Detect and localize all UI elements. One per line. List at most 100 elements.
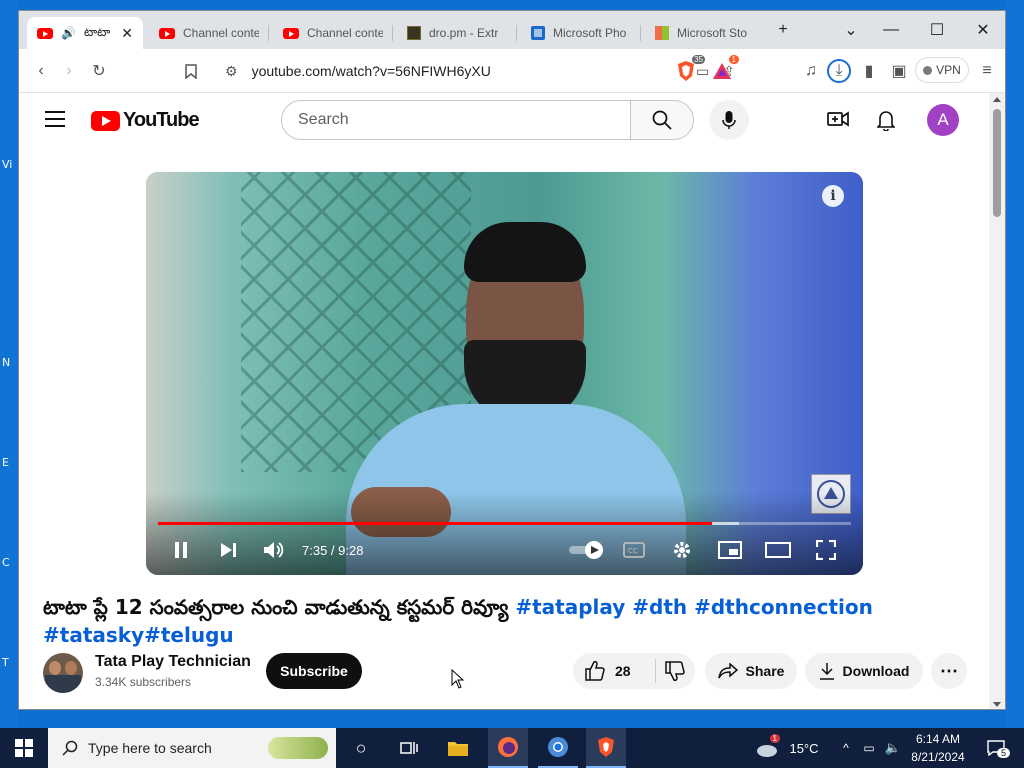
miniplayer-icon: [718, 541, 742, 559]
close-window-button[interactable]: ✕: [963, 17, 1003, 43]
more-horizontal-icon: ⋯: [940, 660, 958, 681]
task-view-icon[interactable]: [392, 728, 426, 768]
start-button[interactable]: [0, 728, 48, 768]
subscribe-button[interactable]: Subscribe: [266, 653, 362, 689]
bookmark-icon[interactable]: [179, 59, 203, 83]
back-button[interactable]: ‹: [29, 59, 53, 83]
share-icon: [717, 663, 738, 679]
maximize-button[interactable]: ☐: [917, 17, 957, 43]
file-explorer-icon[interactable]: [440, 728, 476, 768]
pause-button[interactable]: [168, 535, 194, 565]
brave-browser-icon[interactable]: [586, 728, 626, 768]
scrollbar-thumb[interactable]: [993, 109, 1001, 217]
cortana-icon[interactable]: ○: [344, 728, 378, 768]
channel-avatar[interactable]: [43, 653, 83, 693]
clock[interactable]: 6:14 AM 8/21/2024: [906, 730, 970, 766]
tab-channel-content-1[interactable]: Channel conte: [149, 17, 269, 49]
url-text[interactable]: youtube.com/watch?v=56NFIWH6yXU: [252, 63, 491, 79]
reload-button[interactable]: ↻: [87, 59, 111, 83]
site-settings-icon[interactable]: ⚙: [225, 63, 238, 80]
search-highlight-icon: [268, 737, 328, 759]
autoplay-toggle[interactable]: [566, 535, 606, 565]
progress-bar[interactable]: [158, 522, 851, 525]
scroll-down-arrow-icon[interactable]: [993, 702, 1001, 707]
video-title: టాటా ప్లే 12 సంవత్సరాల నుంచి వాడుతున్న క…: [43, 593, 943, 649]
hashtag-links[interactable]: #tataplay #dth #dthconnection: [515, 595, 873, 619]
search-input[interactable]: Search: [281, 100, 631, 140]
tab-dro-pm[interactable]: dro.pm - Extr: [397, 17, 517, 49]
youtube-logo[interactable]: YouTube: [91, 109, 200, 132]
network-icon[interactable]: ▭: [858, 728, 880, 768]
brave-shields-icon[interactable]: 35: [673, 55, 705, 83]
scroll-up-arrow-icon[interactable]: [993, 97, 1001, 102]
share-button[interactable]: Share: [705, 653, 797, 689]
download-button[interactable]: Download: [805, 653, 923, 689]
miniplayer-button[interactable]: [714, 535, 746, 565]
search-icon: [62, 740, 78, 756]
youtube-favicon-icon: [159, 27, 175, 39]
rewards-badge: 1: [728, 55, 739, 64]
desktop-icon-label[interactable]: T: [2, 656, 9, 669]
store-favicon-icon: [655, 26, 669, 40]
minimize-button[interactable]: —: [871, 17, 911, 43]
chrome-icon[interactable]: [538, 728, 578, 768]
firefox-icon[interactable]: [488, 728, 528, 768]
like-button[interactable]: 28: [573, 661, 631, 681]
forward-button[interactable]: ›: [57, 59, 81, 83]
theater-mode-button[interactable]: [762, 535, 794, 565]
voice-search-button[interactable]: [709, 100, 749, 140]
volume-muted-icon[interactable]: 🔈: [882, 728, 904, 768]
subtitles-button[interactable]: CC: [618, 535, 650, 565]
next-button[interactable]: [214, 535, 242, 565]
video-player[interactable]: i 7:35 / 9:28 CC: [146, 172, 863, 575]
notifications-icon[interactable]: 5: [978, 728, 1014, 768]
tab-microsoft-photos[interactable]: Microsoft Pho: [521, 17, 641, 49]
speaker-icon[interactable]: 🔊: [61, 26, 76, 40]
tab-close-icon[interactable]: ✕: [121, 25, 133, 42]
tab-youtube-active[interactable]: 🔊 టాటా ✕: [27, 17, 143, 49]
taskbar-search-box[interactable]: Type here to search: [48, 728, 336, 768]
sidebar-toggle-icon[interactable]: ▮: [857, 59, 881, 83]
brave-rewards-icon[interactable]: 1: [709, 55, 739, 83]
wallet-icon[interactable]: ▣: [887, 59, 911, 83]
vpn-button[interactable]: VPN: [915, 57, 969, 83]
volume-button[interactable]: [260, 535, 288, 565]
media-music-icon[interactable]: ♫: [799, 59, 823, 83]
video-title-text: టాటా ప్లే 12 సంవత్సరాల నుంచి వాడుతున్న క…: [43, 595, 516, 619]
channel-name[interactable]: Tata Play Technician: [95, 653, 251, 671]
fullscreen-button[interactable]: [810, 535, 842, 565]
progress-buffered: [711, 522, 740, 525]
desktop-icon-label[interactable]: C: [2, 556, 10, 569]
downloads-icon[interactable]: ⤓: [827, 59, 851, 83]
hashtag-links[interactable]: #tatasky#telugu: [43, 623, 234, 647]
desktop-icon-label[interactable]: E: [2, 456, 9, 469]
page-scrollbar[interactable]: [989, 93, 1005, 709]
tab-label: Channel conte: [183, 26, 259, 40]
hamburger-menu-icon[interactable]: [45, 111, 65, 127]
new-tab-button[interactable]: +: [763, 17, 803, 43]
settings-button[interactable]: [666, 535, 698, 565]
clock-time: 6:14 AM: [915, 732, 961, 746]
address-bar[interactable]: ⚙ youtube.com/watch?v=56NFIWH6yXU ▭ ⇪: [215, 54, 749, 88]
more-actions-button[interactable]: ⋯: [931, 653, 967, 689]
tab-separator: [516, 25, 517, 41]
captions-icon: CC: [623, 542, 645, 558]
desktop-icon-label[interactable]: Vi: [2, 158, 12, 171]
tab-search-chevron-icon[interactable]: ⌄: [831, 17, 871, 43]
tab-channel-content-2[interactable]: Channel conte: [273, 17, 393, 49]
weather-icon[interactable]: 1: [752, 728, 782, 768]
search-button[interactable]: [630, 100, 694, 140]
desktop-icon-label[interactable]: N: [2, 356, 10, 369]
subscriber-count: 3.34K subscribers: [95, 675, 192, 689]
notifications-bell-icon[interactable]: [876, 109, 896, 136]
info-icon[interactable]: i: [822, 185, 844, 207]
theater-icon: [765, 542, 791, 558]
weather-temperature[interactable]: 15°C: [784, 728, 824, 768]
create-video-icon[interactable]: [827, 110, 849, 133]
menu-icon[interactable]: ≡: [975, 59, 999, 83]
tab-microsoft-store[interactable]: Microsoft Sto: [645, 17, 765, 49]
account-avatar[interactable]: A: [927, 104, 959, 136]
hidden-icons-chevron-icon[interactable]: ^: [836, 728, 856, 768]
thumbs-up-icon: [585, 661, 605, 681]
dislike-button[interactable]: [665, 661, 685, 684]
